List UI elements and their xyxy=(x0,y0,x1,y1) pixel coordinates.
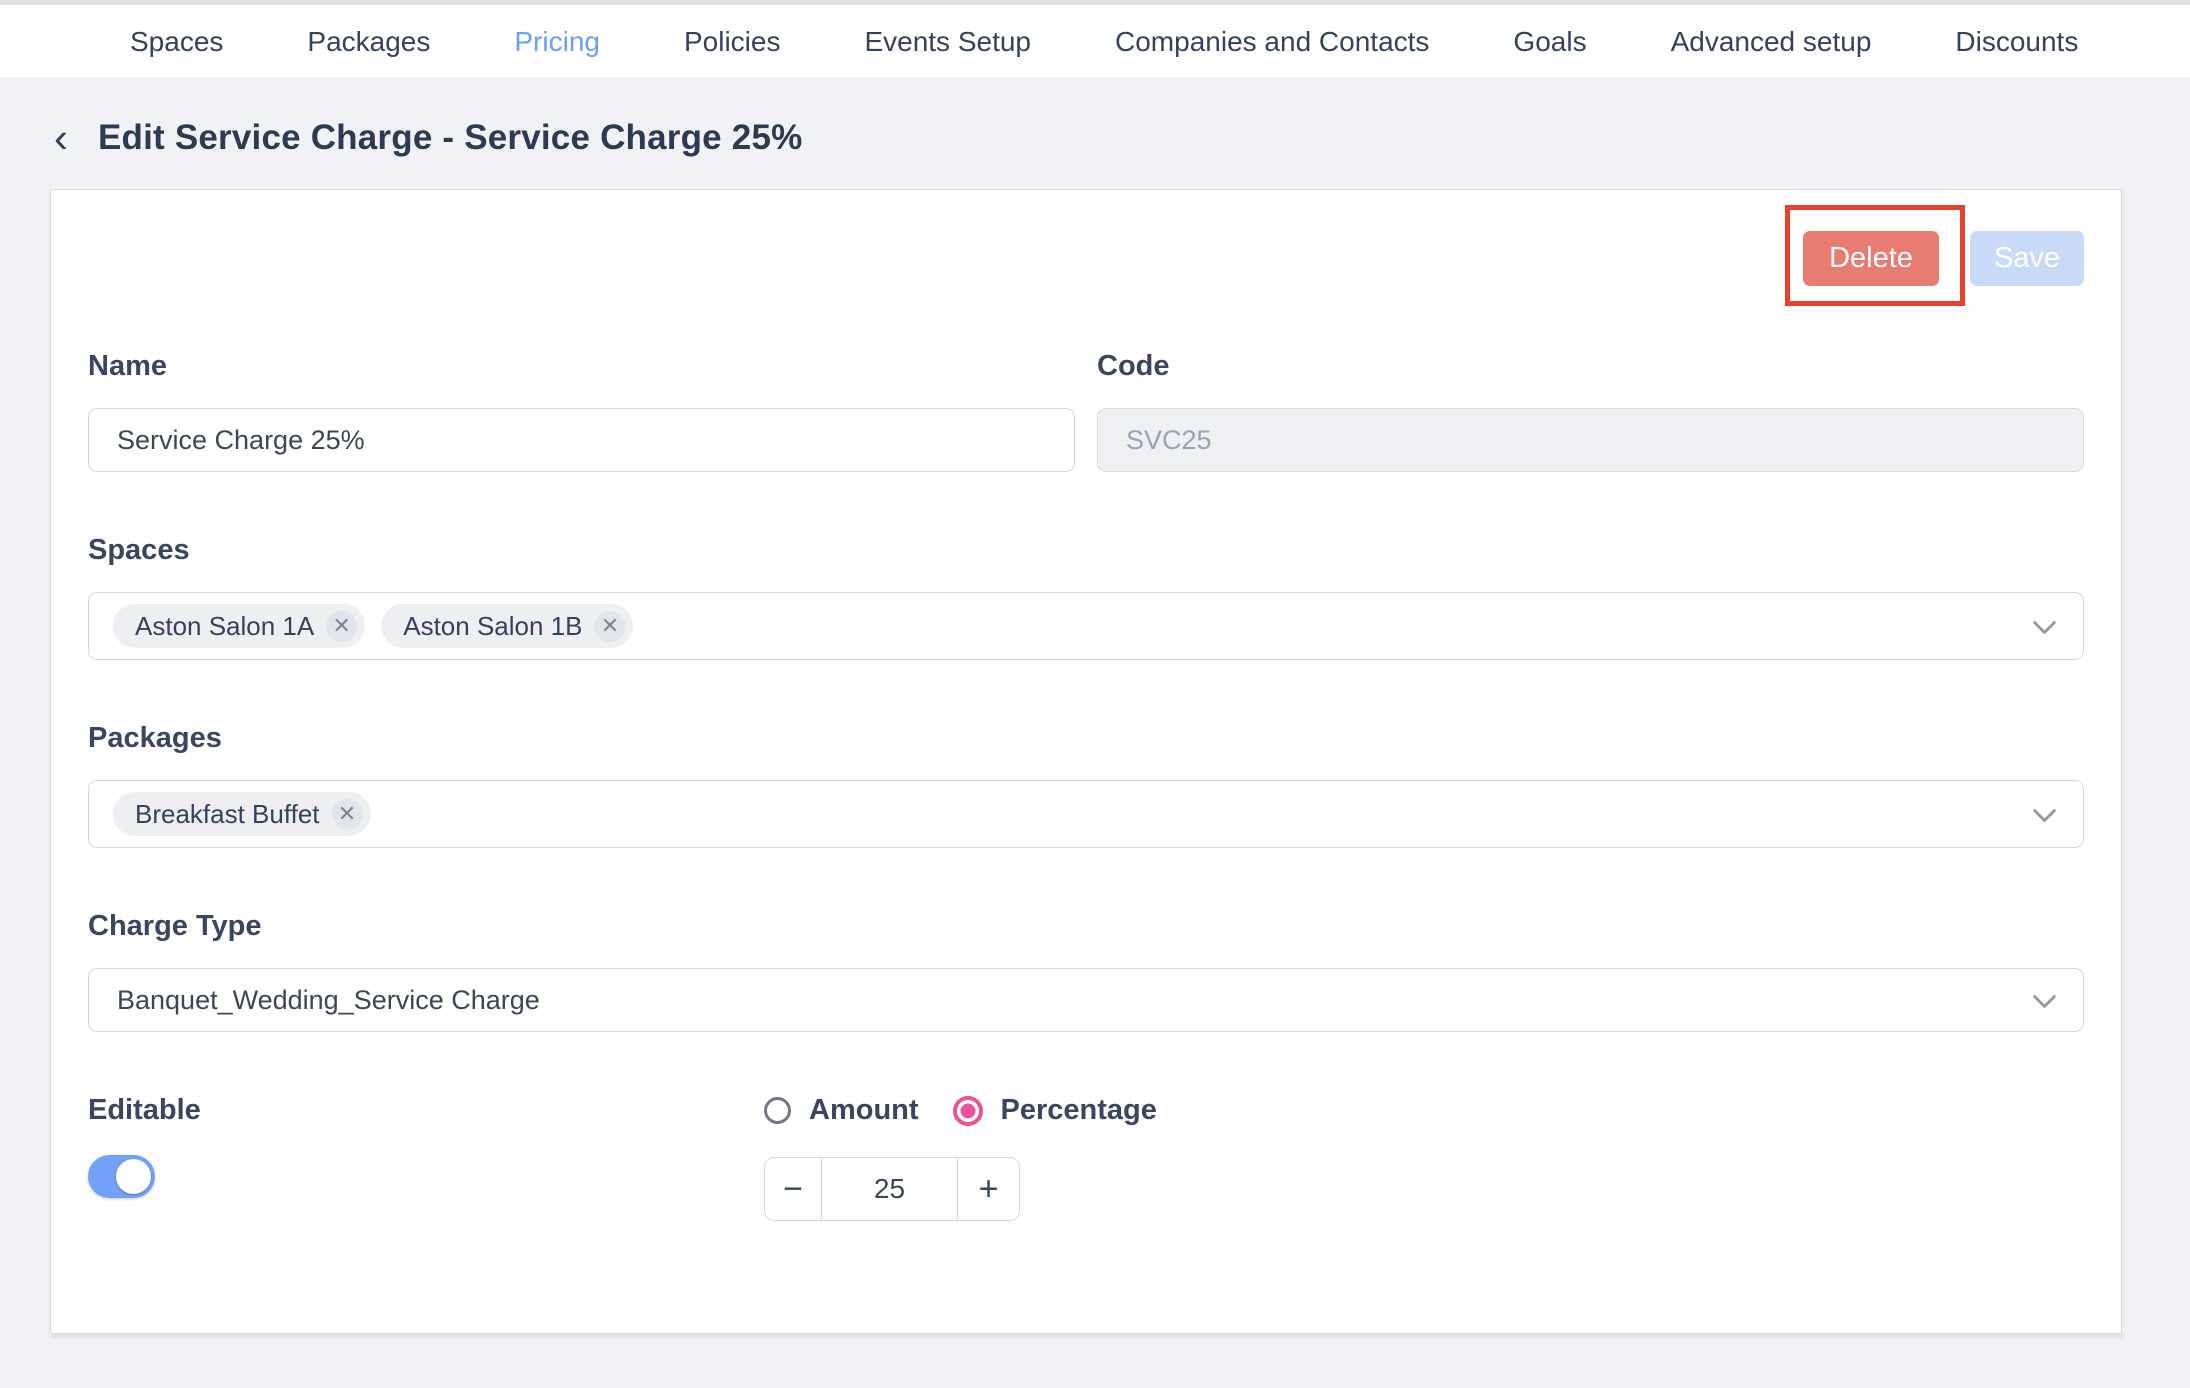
name-input[interactable] xyxy=(88,408,1075,472)
card-actions: Delete Save xyxy=(88,205,2084,306)
chevron-down-icon xyxy=(2032,985,2056,1009)
toggle-knob xyxy=(116,1159,151,1194)
name-code-row: Name Code xyxy=(88,350,2084,472)
nav-item-packages[interactable]: Packages xyxy=(307,26,430,58)
package-tag: Breakfast Buffet ✕ xyxy=(113,792,371,836)
edit-service-charge-card: Delete Save Name Code Spaces Aston Salon… xyxy=(50,189,2122,1334)
radio-option-amount[interactable]: Amount xyxy=(764,1094,919,1127)
nav-item-companies-and-contacts[interactable]: Companies and Contacts xyxy=(1115,26,1429,58)
packages-multiselect[interactable]: Breakfast Buffet ✕ xyxy=(88,780,2084,848)
remove-tag-icon[interactable]: ✕ xyxy=(326,611,357,642)
charge-type-section: Charge Type Banquet_Wedding_Service Char… xyxy=(88,910,2084,1032)
charge-type-select[interactable]: Banquet_Wedding_Service Charge xyxy=(88,968,2084,1032)
editable-toggle[interactable] xyxy=(88,1155,155,1198)
page-title: Edit Service Charge - Service Charge 25% xyxy=(98,118,802,158)
delete-button[interactable]: Delete xyxy=(1803,231,1939,286)
radio-percentage-label: Percentage xyxy=(1001,1094,1157,1127)
radio-unselected-icon[interactable] xyxy=(764,1097,791,1124)
nav-item-goals[interactable]: Goals xyxy=(1513,26,1586,58)
stepper-value[interactable]: 25 xyxy=(821,1158,958,1220)
remove-tag-icon[interactable]: ✕ xyxy=(332,799,363,830)
save-button[interactable]: Save xyxy=(1970,231,2084,286)
nav-item-discounts[interactable]: Discounts xyxy=(1955,26,2078,58)
delete-annotation-rectangle: Delete xyxy=(1785,205,1965,306)
code-field-group: Code xyxy=(1097,350,2084,472)
page-header: ‹ Edit Service Charge - Service Charge 2… xyxy=(50,117,2190,159)
space-tag-label: Aston Salon 1B xyxy=(403,611,582,642)
name-label: Name xyxy=(88,350,1075,383)
nav-item-spaces[interactable]: Spaces xyxy=(130,26,223,58)
back-icon[interactable]: ‹ xyxy=(50,117,72,159)
editable-and-mode-row: Editable Amount Percentage − 25 + xyxy=(88,1094,2084,1221)
nav-item-advanced-setup[interactable]: Advanced setup xyxy=(1671,26,1872,58)
spaces-multiselect[interactable]: Aston Salon 1A ✕ Aston Salon 1B ✕ xyxy=(88,592,2084,660)
charge-mode-group: Amount Percentage − 25 + xyxy=(764,1094,2084,1221)
packages-section: Packages Breakfast Buffet ✕ xyxy=(88,722,2084,848)
packages-label: Packages xyxy=(88,722,2084,755)
space-tag-label: Aston Salon 1A xyxy=(135,611,314,642)
top-nav: Spaces Packages Pricing Policies Events … xyxy=(0,5,2190,79)
charge-type-value: Banquet_Wedding_Service Charge xyxy=(117,985,540,1016)
remove-tag-icon[interactable]: ✕ xyxy=(594,611,625,642)
chevron-down-icon xyxy=(2032,611,2056,635)
name-field-group: Name xyxy=(88,350,1075,472)
code-label: Code xyxy=(1097,350,2084,383)
charge-type-label: Charge Type xyxy=(88,910,2084,943)
editable-group: Editable xyxy=(88,1094,764,1221)
percentage-stepper: − 25 + xyxy=(764,1157,1020,1221)
nav-item-pricing[interactable]: Pricing xyxy=(514,26,600,58)
radio-amount-label: Amount xyxy=(809,1094,919,1127)
spaces-label: Spaces xyxy=(88,534,2084,567)
editable-label: Editable xyxy=(88,1094,764,1127)
radio-selected-icon[interactable] xyxy=(953,1096,983,1126)
package-tag-label: Breakfast Buffet xyxy=(135,799,320,830)
radio-option-percentage[interactable]: Percentage xyxy=(953,1094,1157,1127)
space-tag: Aston Salon 1B ✕ xyxy=(381,604,633,648)
stepper-increment-button[interactable]: + xyxy=(958,1158,1019,1220)
stepper-decrement-button[interactable]: − xyxy=(765,1158,821,1220)
code-input xyxy=(1097,408,2084,472)
chevron-down-icon xyxy=(2032,799,2056,823)
nav-item-events-setup[interactable]: Events Setup xyxy=(864,26,1031,58)
charge-mode-radios: Amount Percentage xyxy=(764,1094,2084,1127)
space-tag: Aston Salon 1A ✕ xyxy=(113,604,365,648)
spaces-section: Spaces Aston Salon 1A ✕ Aston Salon 1B ✕ xyxy=(88,534,2084,660)
nav-item-policies[interactable]: Policies xyxy=(684,26,780,58)
